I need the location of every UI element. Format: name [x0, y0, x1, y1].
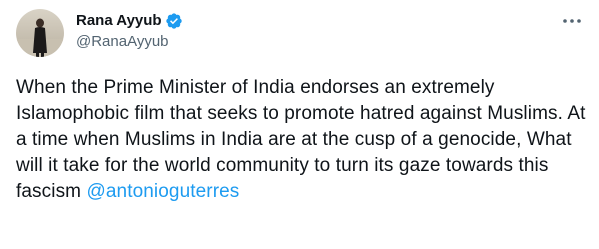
author-display-name[interactable]: Rana Ayyub	[76, 11, 162, 31]
mention-link[interactable]: @antonioguterres	[86, 181, 239, 202]
author-name-row[interactable]: Rana Ayyub	[76, 11, 183, 31]
tweet-text: When the Prime Minister of India endorse…	[16, 75, 586, 205]
author-avatar[interactable]	[16, 9, 64, 57]
avatar-image	[16, 9, 64, 57]
tweet-card: Rana Ayyub @RanaAyyub When the Prime Min…	[0, 0, 599, 249]
author-handle[interactable]: @RanaAyyub	[76, 32, 169, 52]
more-options-button[interactable]	[559, 8, 585, 34]
verified-badge-icon	[165, 12, 183, 30]
more-options-icon	[563, 19, 581, 23]
